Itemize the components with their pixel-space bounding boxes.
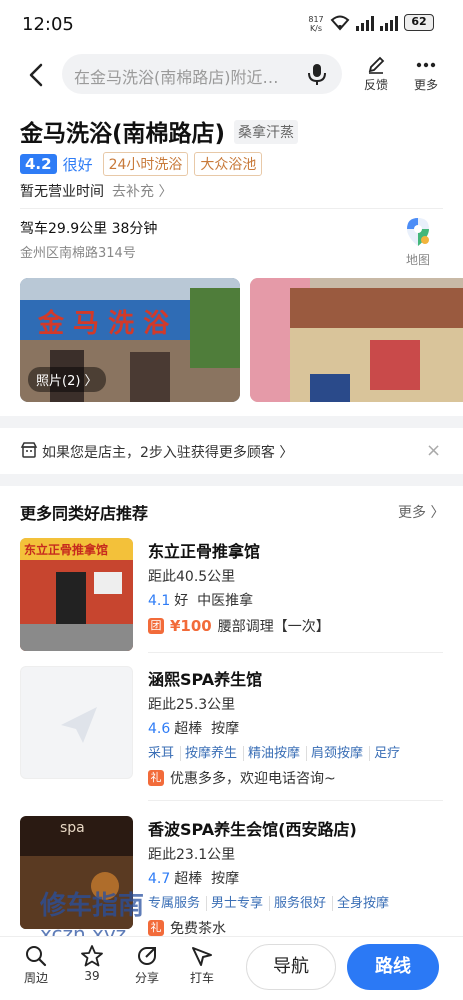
route-button[interactable]: 路线 bbox=[347, 944, 439, 990]
place-photo[interactable]: 金 马 洗 浴 照片(2) 〉 bbox=[20, 278, 240, 402]
search-input[interactable]: 在金马洗浴(南棉路店)附近… bbox=[62, 54, 342, 94]
shop-deal[interactable]: 团 ¥100 腰部调理【一次】 bbox=[148, 616, 330, 636]
photo-sign-text: 金 马 洗 浴 bbox=[37, 308, 170, 339]
feature-tag: 大众浴池 bbox=[194, 152, 263, 176]
recommend-title: 更多同类好店推荐 bbox=[20, 504, 149, 523]
share-button[interactable]: 分享 bbox=[127, 943, 167, 986]
business-hours: 暂无营业时间 去补充 〉 bbox=[20, 184, 173, 200]
shop-distance: 距此25.3公里 bbox=[148, 697, 236, 713]
rating-row: 4.2 很好 24小时洗浴 大众浴池 bbox=[20, 152, 263, 176]
shop-rating: 4.1 好 中医推拿 bbox=[148, 593, 254, 609]
deal-price: ¥100 bbox=[170, 617, 212, 635]
nearby-button[interactable]: 周边 bbox=[16, 943, 56, 986]
status-bar: 12:05 817 K/s 62 bbox=[0, 0, 463, 48]
shop-name: 涵熙SPA养生馆 bbox=[148, 670, 263, 689]
network-speed: 817 K/s bbox=[308, 15, 324, 33]
back-arrow-icon bbox=[29, 63, 43, 87]
place-card: 金马洗浴(南棉路店) 桑拿汗蒸 4.2 很好 24小时洗浴 大众浴池 暂无营业时… bbox=[0, 104, 463, 416]
thumb-sign-text: spa bbox=[60, 820, 85, 836]
shop-rating: 4.7 超棒 按摩 bbox=[148, 871, 240, 887]
edit-icon bbox=[368, 56, 385, 74]
feedback-button[interactable]: 反馈 bbox=[354, 54, 398, 93]
feature-tag: 24小时洗浴 bbox=[102, 152, 189, 176]
recommend-section: 更多同类好店推荐 更多 〉 东立正骨推拿馆 东立正骨推拿馆 距此40.5公里 4… bbox=[0, 486, 463, 938]
signal-icon bbox=[380, 15, 398, 31]
store-icon bbox=[20, 442, 38, 458]
paper-plane-icon bbox=[61, 707, 97, 743]
divider bbox=[148, 652, 443, 653]
thumb-sign-text: 东立正骨推拿馆 bbox=[24, 542, 108, 557]
status-time: 12:05 bbox=[22, 14, 74, 35]
score-text: 很好 bbox=[62, 155, 93, 174]
back-button[interactable] bbox=[22, 60, 52, 90]
score-badge: 4.2 bbox=[20, 154, 57, 174]
shop-tags: 专属服务 男士专享 服务很好 全身按摩 bbox=[148, 896, 390, 911]
shop-thumbnail-placeholder bbox=[20, 666, 133, 779]
microphone-icon[interactable] bbox=[306, 62, 328, 86]
navigate-button[interactable]: 导航 bbox=[246, 944, 336, 990]
shop-name: 东立正骨推拿馆 bbox=[148, 542, 261, 561]
star-icon bbox=[81, 945, 103, 967]
battery-icon: 62 bbox=[404, 14, 434, 31]
divider bbox=[148, 800, 443, 801]
shop-item[interactable]: 涵熙SPA养生馆 距此25.3公里 4.6 超棒 按摩 采耳 按摩养生 精油按摩 肩颈按… bbox=[0, 666, 463, 796]
recommend-more-link[interactable]: 更多 〉 bbox=[398, 502, 444, 522]
gift-icon: 礼 bbox=[148, 770, 164, 786]
bottom-action-bar: 周边 39 分享 打车 导航 路线 bbox=[0, 936, 463, 1000]
photo-count-badge[interactable]: 照片(2) 〉 bbox=[28, 367, 106, 392]
favorite-button[interactable]: 39 bbox=[72, 943, 112, 983]
taxi-icon bbox=[192, 947, 212, 966]
group-buy-icon: 团 bbox=[148, 618, 164, 634]
gift-icon: 礼 bbox=[148, 920, 164, 936]
map-button[interactable]: 地图 bbox=[400, 216, 436, 268]
address: 金州区南棉路314号 bbox=[20, 246, 136, 261]
add-hours-link[interactable]: 去补充 〉 bbox=[112, 184, 172, 200]
more-dots-icon bbox=[416, 62, 436, 68]
shop-distance: 距此40.5公里 bbox=[148, 569, 236, 585]
taxi-button[interactable]: 打车 bbox=[182, 943, 222, 986]
deal-text: 腰部调理【一次】 bbox=[217, 619, 330, 635]
shop-item[interactable]: 东立正骨推拿馆 东立正骨推拿馆 距此40.5公里 4.1 好 中医推拿 团 ¥10… bbox=[0, 538, 463, 658]
divider bbox=[20, 208, 443, 209]
place-photo[interactable] bbox=[250, 278, 463, 402]
share-icon bbox=[138, 947, 156, 965]
map-pin-icon bbox=[407, 218, 429, 246]
watermark: 修车指南 bbox=[40, 891, 145, 921]
top-bar: 在金马洗浴(南棉路店)附近… 反馈 更多 bbox=[0, 48, 463, 104]
shop-promo: 礼 免费茶水 bbox=[148, 918, 226, 938]
category-tag: 桑拿汗蒸 bbox=[234, 120, 298, 144]
more-button[interactable]: 更多 bbox=[404, 54, 448, 93]
owner-claim-bar[interactable]: 如果您是店主，2步入驻获得更多顾客 〉 × bbox=[0, 428, 463, 474]
shop-name: 香波SPA养生会馆(西安路店) bbox=[148, 820, 357, 839]
owner-claim-text: 如果您是店主，2步入驻获得更多顾客 〉 bbox=[42, 445, 294, 461]
shop-distance: 距此23.1公里 bbox=[148, 847, 236, 863]
signal-icon bbox=[356, 15, 374, 31]
search-icon bbox=[26, 946, 47, 967]
shop-thumbnail: 东立正骨推拿馆 bbox=[20, 538, 133, 651]
place-title: 金马洗浴(南棉路店) bbox=[20, 121, 226, 147]
wifi-icon bbox=[330, 15, 350, 31]
shop-promo: 礼 优惠多多，欢迎电话咨询~ bbox=[148, 768, 336, 788]
shop-tags: 采耳 按摩养生 精油按摩 肩颈按摩 足疗 bbox=[148, 746, 401, 761]
search-placeholder: 在金马洗浴(南棉路店)附近… bbox=[74, 68, 279, 87]
shop-rating: 4.6 超棒 按摩 bbox=[148, 721, 240, 737]
drive-info: 驾车29.9公里 38分钟 bbox=[20, 221, 158, 237]
close-icon[interactable]: × bbox=[426, 440, 441, 461]
